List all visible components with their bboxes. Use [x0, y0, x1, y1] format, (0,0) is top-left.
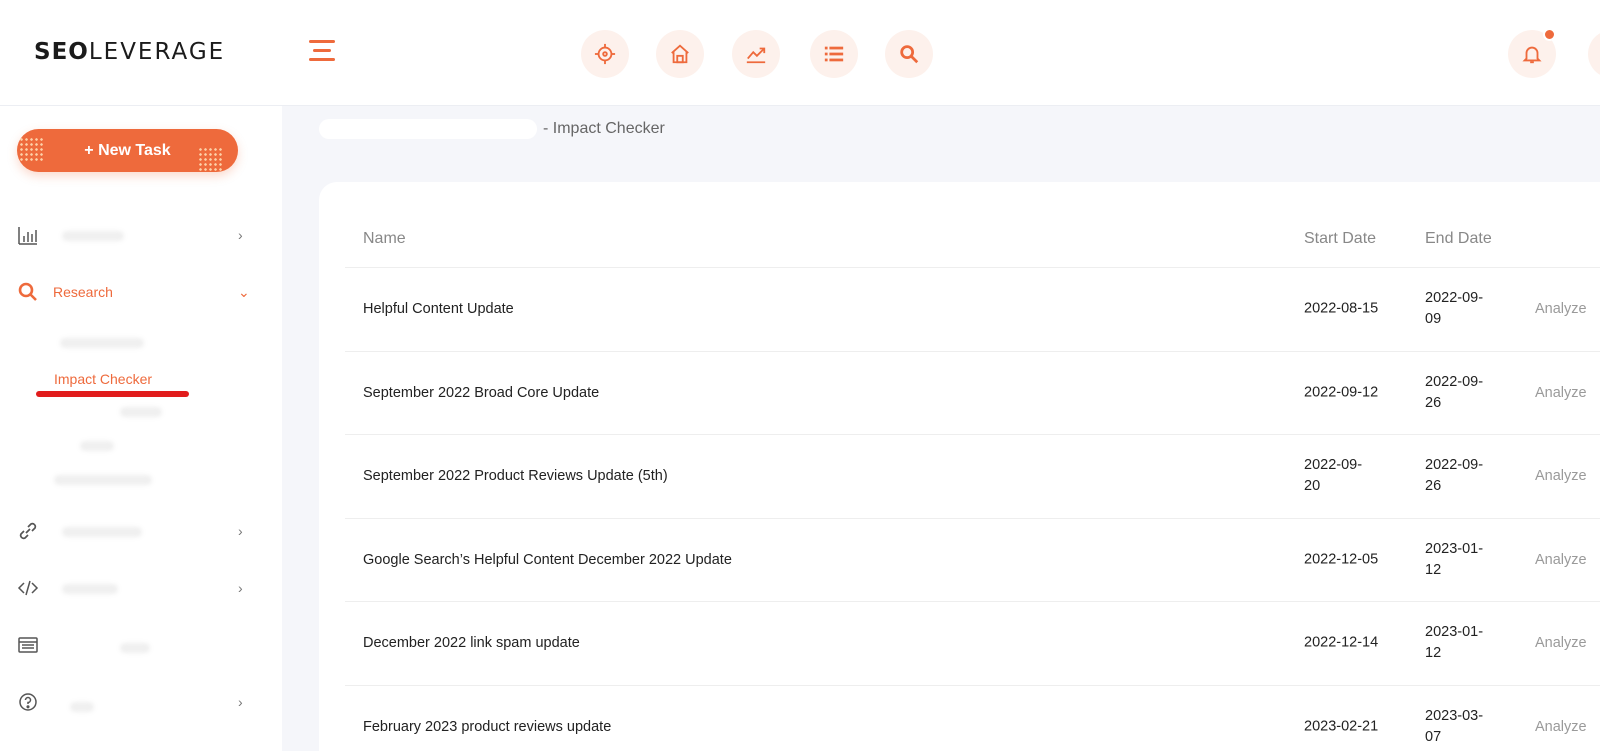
- sidebar: + New Task › Research ⌄ Impact Checker ›…: [0, 106, 282, 751]
- table-row: December 2022 link spam update 2022-12-1…: [345, 602, 1600, 686]
- highlight-underline: [36, 391, 189, 397]
- analyze-link[interactable]: Analyze: [1535, 552, 1587, 568]
- logo[interactable]: SEOLEVERAGE: [34, 39, 225, 65]
- row-end-date: 2022-09- 26: [1425, 457, 1484, 495]
- search-icon: [17, 281, 39, 303]
- new-task-button[interactable]: + New Task: [17, 129, 238, 172]
- subitem-impact-checker[interactable]: Impact Checker: [54, 371, 152, 387]
- chevron-right-icon: ›: [238, 523, 243, 539]
- breadcrumb: - Impact Checker: [319, 117, 665, 141]
- row-end-date: 2022-09- 26: [1425, 373, 1484, 411]
- row-name: Google Search’s Helpful Content December…: [363, 551, 732, 568]
- impact-table: Name Start Date End Date Helpful Content…: [345, 218, 1600, 751]
- code-icon: [17, 577, 39, 599]
- row-start-date: 2022-12-14: [1304, 634, 1379, 651]
- table-row: Helpful Content Update 2022-08-15 2022-0…: [345, 268, 1600, 352]
- sidebar-item-content[interactable]: ›: [0, 568, 282, 608]
- sidebar-item-dashboard[interactable]: ›: [0, 215, 282, 255]
- table-row: September 2022 Broad Core Update 2022-09…: [345, 352, 1600, 435]
- row-start-date: 2023-02-21: [1304, 718, 1379, 735]
- redacted-label: [120, 643, 150, 653]
- sidebar-item-help[interactable]: ›: [0, 682, 282, 722]
- chevron-down-icon: ⌄: [238, 283, 250, 300]
- bell-icon[interactable]: [1508, 28, 1556, 78]
- house-icon[interactable]: [656, 30, 704, 78]
- help-circle-icon: [17, 691, 39, 713]
- notification-dot: [1543, 28, 1556, 41]
- redacted-subitem: [60, 338, 144, 348]
- logo-bold: SEO: [34, 39, 89, 65]
- row-start-date: 2022-09-12: [1304, 384, 1379, 401]
- row-start-date: 2022-09- 20: [1304, 457, 1363, 495]
- link-icon: [17, 520, 39, 542]
- row-end-date: 2023-03- 07: [1425, 707, 1484, 745]
- decor-dots: [19, 137, 43, 161]
- row-start-date: 2022-12-05: [1304, 551, 1379, 568]
- redacted-subitem: [54, 475, 152, 485]
- logo-light: LEVERAGE: [88, 39, 226, 65]
- sidebar-item-browser[interactable]: [0, 625, 282, 665]
- decor-dots: [198, 147, 222, 171]
- new-task-label: + New Task: [84, 141, 171, 159]
- bar-chart-icon: [17, 224, 39, 246]
- avatar[interactable]: [1588, 30, 1600, 78]
- redacted-label: [62, 527, 142, 537]
- analyze-link[interactable]: Analyze: [1535, 385, 1587, 401]
- menu-toggle-icon[interactable]: [309, 40, 335, 62]
- analyze-link[interactable]: Analyze: [1535, 719, 1587, 735]
- sidebar-item-links[interactable]: ›: [0, 511, 282, 551]
- analyze-link[interactable]: Analyze: [1535, 635, 1587, 651]
- row-name: December 2022 link spam update: [363, 635, 580, 652]
- row-end-date: 2022-09- 09: [1425, 290, 1484, 328]
- redacted-label: [62, 584, 118, 594]
- chevron-right-icon: ›: [238, 227, 243, 243]
- redacted-label: [62, 231, 124, 241]
- browser-icon: [17, 634, 39, 656]
- search-icon[interactable]: [885, 30, 933, 78]
- sidebar-item-label: Research: [53, 284, 113, 300]
- redacted-breadcrumb: [319, 119, 537, 139]
- chevron-right-icon: ›: [238, 580, 243, 596]
- chevron-right-icon: ›: [238, 694, 243, 710]
- sidebar-item-research[interactable]: Research ⌄: [0, 272, 282, 312]
- analyze-link[interactable]: Analyze: [1535, 468, 1587, 484]
- row-name: September 2022 Product Reviews Update (5…: [363, 468, 668, 485]
- row-name: Helpful Content Update: [363, 301, 514, 318]
- table-header: Name Start Date End Date: [345, 218, 1600, 268]
- row-name: September 2022 Broad Core Update: [363, 384, 600, 401]
- redacted-subitem: [120, 407, 162, 417]
- column-header[interactable]: Start Date: [1304, 230, 1376, 248]
- table-row: September 2022 Product Reviews Update (5…: [345, 435, 1600, 519]
- row-end-date: 2023-01- 12: [1425, 540, 1484, 578]
- row-start-date: 2022-08-15: [1304, 300, 1379, 317]
- target-icon[interactable]: [581, 30, 629, 78]
- top-header: SEOLEVERAGE: [0, 0, 1600, 106]
- trend-chart-icon[interactable]: [732, 30, 780, 78]
- breadcrumb-current: - Impact Checker: [543, 120, 665, 137]
- analyze-link[interactable]: Analyze: [1535, 301, 1587, 317]
- row-end-date: 2023-01- 12: [1425, 624, 1484, 662]
- column-header[interactable]: Name: [363, 230, 406, 248]
- redacted-label: [70, 702, 94, 712]
- table-row: Google Search’s Helpful Content December…: [345, 519, 1600, 602]
- redacted-subitem: [80, 441, 114, 451]
- row-name: February 2023 product reviews update: [363, 718, 612, 735]
- table-row: February 2023 product reviews update 202…: [345, 686, 1600, 751]
- list-icon[interactable]: [810, 30, 858, 78]
- column-header[interactable]: End Date: [1425, 230, 1492, 248]
